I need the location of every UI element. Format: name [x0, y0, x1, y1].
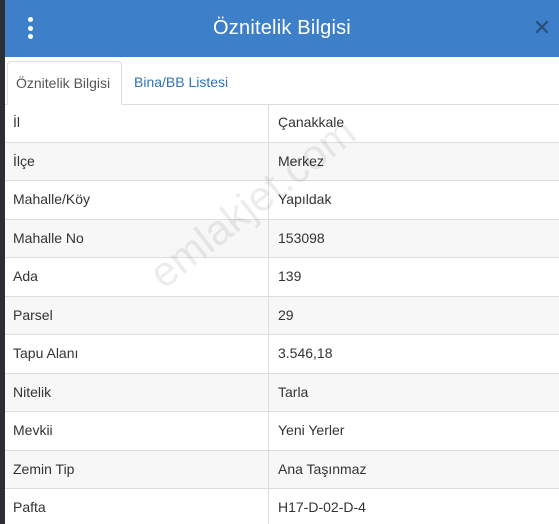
table-row: Mahalle/Köy Yapıldak — [5, 181, 559, 220]
tab-bar: Öznitelik Bilgisi Bina/BB Listesi — [5, 57, 559, 105]
row-value: Yeni Yerler — [278, 422, 345, 438]
table-row: Tapu Alanı 3.546,18 — [5, 335, 559, 374]
row-key: Ada — [5, 258, 269, 296]
row-key: Mahalle/Köy — [5, 181, 269, 219]
row-key: İl — [5, 104, 269, 142]
attribute-table: İl Çanakkale İlçe Merkez Mahalle/Köy Yap… — [5, 104, 559, 524]
row-key: Mahalle No — [5, 219, 269, 257]
row-key: Mevkii — [5, 412, 269, 450]
row-value: 3.546,18 — [278, 345, 333, 361]
row-key: Nitelik — [5, 373, 269, 411]
menu-dot — [27, 25, 33, 31]
table-row: Ada 139 — [5, 258, 559, 297]
row-value: Ana Taşınmaz — [278, 460, 367, 477]
table-row: Parsel 29 — [5, 296, 559, 335]
menu-dot — [27, 17, 33, 22]
row-value: 29 — [278, 306, 294, 323]
row-value: Merkez — [278, 152, 324, 169]
row-value: 153098 — [278, 229, 325, 246]
vertical-dots-icon[interactable] — [23, 17, 37, 39]
table-row: İl Çanakkale — [5, 104, 559, 143]
tab-building-list[interactable]: Bina/BB Listesi — [126, 61, 236, 104]
row-key: Zemin Tip — [5, 450, 269, 488]
menu-dot — [27, 34, 33, 39]
row-value: 139 — [278, 268, 302, 284]
table-row: Mahalle No 153098 — [5, 219, 559, 258]
row-key: Pafta — [5, 489, 269, 524]
tab-attribute-info[interactable]: Öznitelik Bilgisi — [7, 61, 122, 105]
close-icon[interactable]: ✕ — [531, 16, 553, 40]
row-key: İlçe — [5, 142, 269, 180]
table-row: Zemin Tip Ana Taşınmaz — [5, 450, 559, 489]
table-row: İlçe Merkez — [5, 142, 559, 181]
row-value: Yapıldak — [278, 191, 332, 207]
attribute-info-panel: Öznitelik Bilgisi ✕ Öznitelik Bilgisi Bi… — [5, 0, 559, 524]
row-value: H17-D-02-D-4 — [278, 499, 366, 515]
table-row: Mevkii Yeni Yerler — [5, 412, 559, 451]
row-value: Çanakkale — [278, 114, 345, 130]
row-key: Parsel — [5, 296, 269, 334]
row-value: Tarla — [278, 383, 309, 400]
table-row: Nitelik Tarla — [5, 373, 559, 412]
panel-header: Öznitelik Bilgisi ✕ — [5, 0, 559, 57]
panel-title: Öznitelik Bilgisi — [213, 17, 351, 39]
table-row: Pafta H17-D-02-D-4 — [5, 489, 559, 524]
row-key: Tapu Alanı — [5, 335, 269, 373]
